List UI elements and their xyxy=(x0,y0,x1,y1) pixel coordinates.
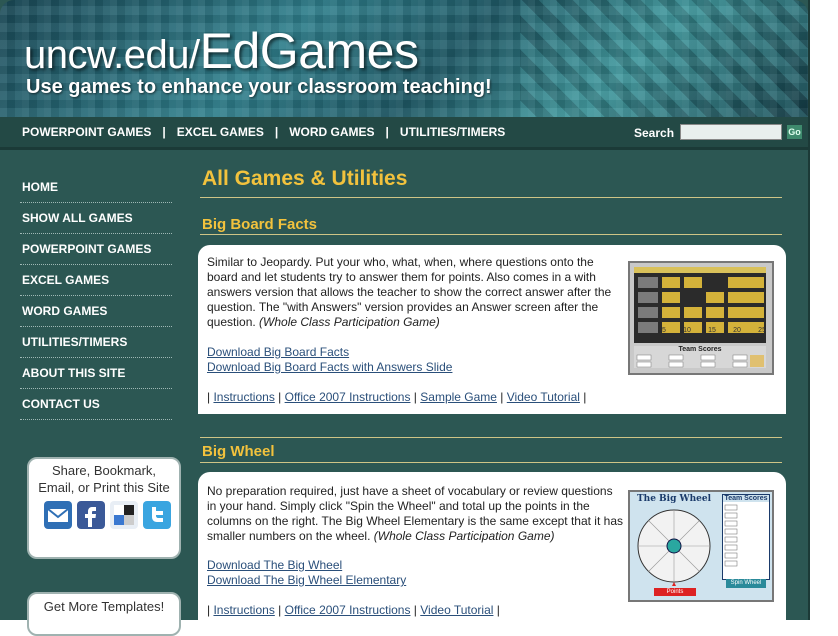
twitter-icon[interactable] xyxy=(143,501,171,529)
office-2007-instructions-link[interactable]: Office 2007 Instructions xyxy=(285,603,411,617)
resource-links: | Instructions | Office 2007 Instruction… xyxy=(207,603,500,617)
wheel-team-scores: Team Scores xyxy=(722,494,770,580)
topnav-separator: | xyxy=(385,125,389,139)
board-values-row: 5 10 15 20 25 xyxy=(662,327,766,334)
game-type-note: (Whole Class Participation Game) xyxy=(373,529,555,543)
divider xyxy=(200,234,782,235)
share-text-line2: Email, or Print this Site xyxy=(38,480,170,495)
site-title-prefix: uncw.edu/ xyxy=(24,33,200,77)
more-templates-text: Get More Templates! xyxy=(43,599,165,614)
board-value: 5 xyxy=(662,327,666,334)
wheel-title: The Big Wheel xyxy=(636,494,712,504)
video-tutorial-link[interactable]: Video Tutorial xyxy=(420,603,493,617)
game-card-big-wheel: No preparation required, just have a she… xyxy=(198,472,786,620)
topnav-powerpoint-games[interactable]: POWERPOINT GAMES xyxy=(22,125,151,139)
game-description: No preparation required, just have a she… xyxy=(207,484,625,544)
page-wrapper: uncw.edu/EdGames Use games to enhance yo… xyxy=(0,0,810,636)
game-board-grid: 5 10 15 20 25 xyxy=(634,267,766,343)
site-tagline: Use games to enhance your classroom teac… xyxy=(26,76,492,98)
topnav-separator: | xyxy=(274,125,279,139)
board-value: 20 xyxy=(733,327,741,334)
download-link[interactable]: Download Big Board Facts with Answers Sl… xyxy=(207,360,452,374)
board-value: 15 xyxy=(708,327,716,334)
office-2007-instructions-link[interactable]: Office 2007 Instructions xyxy=(285,390,411,404)
board-value: 25 xyxy=(758,327,766,334)
divider xyxy=(200,437,782,438)
download-link[interactable]: Download The Big Wheel xyxy=(207,558,342,572)
sidebar-item-about-this-site[interactable]: ABOUT THIS SITE xyxy=(20,358,172,389)
topnav-excel-games[interactable]: EXCEL GAMES xyxy=(177,125,264,139)
topnav-word-games[interactable]: WORD GAMES xyxy=(289,125,374,139)
site-title-main: EdGames xyxy=(199,23,419,79)
section-title-big-wheel: Big Wheel xyxy=(202,443,275,460)
game-card-big-board-facts: Similar to Jeopardy. Put your who, what,… xyxy=(198,245,786,414)
wheel-graphic xyxy=(637,509,711,586)
instructions-link[interactable]: Instructions xyxy=(213,390,274,404)
share-text-line1: Share, Bookmark, xyxy=(51,463,157,478)
board-value: 10 xyxy=(683,327,691,334)
divider xyxy=(200,197,782,198)
sidebar-item-contact-us[interactable]: CONTACT US xyxy=(20,389,172,420)
game-description: Similar to Jeopardy. Put your who, what,… xyxy=(207,255,625,330)
download-link[interactable]: Download Big Board Facts xyxy=(207,345,349,359)
search-go-button[interactable]: Go xyxy=(787,125,802,139)
site-title[interactable]: uncw.edu/EdGames xyxy=(24,22,419,80)
sidebar-item-utilities-timers[interactable]: UTILITIES/TIMERS xyxy=(20,327,172,358)
site-banner: uncw.edu/EdGames Use games to enhance yo… xyxy=(0,0,808,117)
delicious-icon[interactable] xyxy=(110,501,138,529)
team-scores-panel: Team Scores xyxy=(634,346,766,368)
facebook-icon[interactable] xyxy=(77,501,105,529)
top-nav: POWERPOINT GAMES | EXCEL GAMES | WORD GAMES |… xyxy=(0,117,808,150)
sidebar-item-word-games[interactable]: WORD GAMES xyxy=(20,296,172,327)
sidebar-item-show-all-games[interactable]: SHOW ALL GAMES xyxy=(20,203,172,234)
resource-links: | Instructions | Office 2007 Instruction… xyxy=(207,390,587,404)
download-link[interactable]: Download The Big Wheel Elementary xyxy=(207,573,406,587)
search-input[interactable] xyxy=(680,124,782,140)
top-nav-links: POWERPOINT GAMES | EXCEL GAMES | WORD GAMES |… xyxy=(22,125,505,139)
sidebar-item-home[interactable]: HOME xyxy=(20,172,172,203)
points-button: Points xyxy=(654,588,696,596)
section-title-big-board-facts: Big Board Facts xyxy=(202,216,318,233)
email-icon[interactable] xyxy=(44,501,72,529)
share-box: Share, Bookmark, Email, or Print this Si… xyxy=(27,457,181,559)
sidebar-nav: HOME SHOW ALL GAMES POWERPOINT GAMES EXC… xyxy=(20,172,172,420)
sidebar-item-powerpoint-games[interactable]: POWERPOINT GAMES xyxy=(20,234,172,265)
topnav-separator: | xyxy=(162,125,166,139)
sidebar-item-excel-games[interactable]: EXCEL GAMES xyxy=(20,265,172,296)
instructions-link[interactable]: Instructions xyxy=(213,603,274,617)
share-text: Share, Bookmark, Email, or Print this Si… xyxy=(29,462,179,496)
team-scores-title: Team Scores xyxy=(678,346,722,353)
video-tutorial-link[interactable]: Video Tutorial xyxy=(507,390,580,404)
topnav-utilities-timers[interactable]: UTILITIES/TIMERS xyxy=(400,125,505,139)
banner-texture xyxy=(520,0,808,117)
sample-game-link[interactable]: Sample Game xyxy=(420,390,497,404)
search-label: Search xyxy=(634,126,675,140)
spin-wheel-button: Spin Wheel xyxy=(726,579,766,588)
big-board-thumbnail[interactable]: 5 10 15 20 25 Team Scores xyxy=(628,261,774,375)
more-templates-box[interactable]: Get More Templates! xyxy=(27,592,181,636)
page-title: All Games & Utilities xyxy=(202,167,408,190)
big-wheel-thumbnail[interactable]: The Big Wheel Team Scores Points Spin Wh… xyxy=(628,490,774,602)
wheel-team-scores-title: Team Scores xyxy=(723,495,769,502)
game-type-note: (Whole Class Participation Game) xyxy=(259,315,440,329)
divider xyxy=(200,462,782,463)
